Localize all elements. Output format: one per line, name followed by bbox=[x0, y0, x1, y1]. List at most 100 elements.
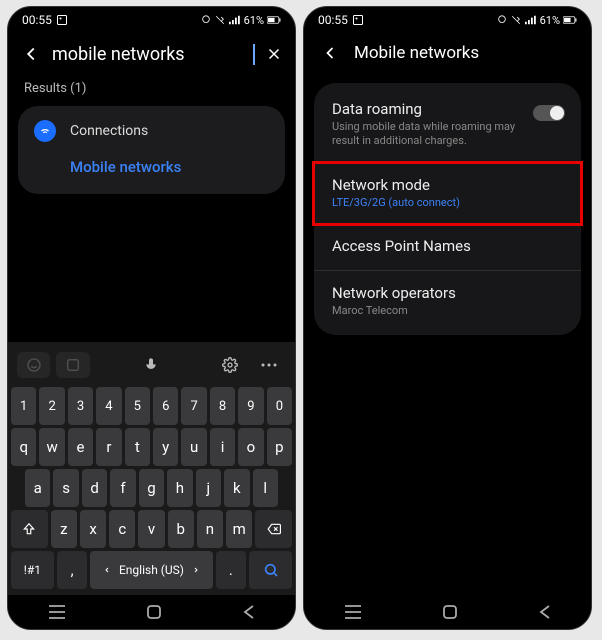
image-icon bbox=[352, 14, 364, 26]
key-x[interactable]: x bbox=[80, 510, 106, 548]
chevron-right-icon bbox=[192, 566, 200, 574]
key-k[interactable]: k bbox=[224, 469, 249, 507]
key-n[interactable]: n bbox=[197, 510, 223, 548]
nav-back-icon[interactable] bbox=[243, 604, 255, 620]
nav-home-icon[interactable] bbox=[146, 604, 162, 620]
result-category-row[interactable]: Connections bbox=[34, 120, 269, 142]
setting-subtitle: Using mobile data while roaming may resu… bbox=[332, 120, 532, 149]
key-j[interactable]: j bbox=[196, 469, 221, 507]
key-6[interactable]: 6 bbox=[153, 387, 178, 425]
nav-back-icon[interactable] bbox=[539, 604, 551, 620]
key-0[interactable]: 0 bbox=[267, 387, 292, 425]
back-icon[interactable] bbox=[20, 43, 42, 65]
key-h[interactable]: h bbox=[167, 469, 192, 507]
page-header: Mobile networks bbox=[304, 33, 591, 73]
keyboard: 1 2 3 4 5 6 7 8 9 0 q w e r t y u i o bbox=[8, 342, 295, 595]
setting-data-roaming[interactable]: Data roaming Using mobile data while roa… bbox=[314, 87, 581, 163]
key-r[interactable]: r bbox=[96, 428, 121, 466]
setting-network-mode[interactable]: Network mode LTE/3G/2G (auto connect) bbox=[314, 163, 581, 224]
key-4[interactable]: 4 bbox=[96, 387, 121, 425]
search-header: mobile networks bbox=[8, 33, 295, 75]
key-y[interactable]: y bbox=[153, 428, 178, 466]
status-battery: 61% bbox=[244, 14, 264, 27]
key-v[interactable]: v bbox=[138, 510, 164, 548]
key-3[interactable]: 3 bbox=[68, 387, 93, 425]
key-o[interactable]: o bbox=[238, 428, 263, 466]
settings-gear-icon[interactable] bbox=[213, 352, 246, 378]
image-icon bbox=[56, 14, 68, 26]
keyboard-row-a: a s d f g h j k l bbox=[11, 469, 292, 507]
key-search[interactable] bbox=[249, 551, 292, 589]
key-w[interactable]: w bbox=[39, 428, 64, 466]
setting-subtitle: Maroc Telecom bbox=[332, 304, 563, 318]
key-comma[interactable]: , bbox=[57, 551, 88, 589]
key-z[interactable]: z bbox=[51, 510, 77, 548]
key-t[interactable]: t bbox=[125, 428, 150, 466]
vibrate-icon bbox=[214, 15, 226, 25]
alarm-icon bbox=[497, 15, 507, 25]
key-space[interactable]: English (US) bbox=[90, 551, 212, 589]
emoji-icon[interactable] bbox=[17, 352, 50, 378]
sticker-icon[interactable] bbox=[56, 352, 89, 378]
key-2[interactable]: 2 bbox=[39, 387, 64, 425]
key-b[interactable]: b bbox=[168, 510, 194, 548]
wifi-icon bbox=[34, 120, 56, 142]
key-l[interactable]: l bbox=[253, 469, 278, 507]
key-e[interactable]: e bbox=[68, 428, 93, 466]
key-9[interactable]: 9 bbox=[238, 387, 263, 425]
key-shift[interactable] bbox=[11, 510, 48, 548]
search-result-card: Connections Mobile networks bbox=[18, 106, 285, 194]
signal-icon bbox=[525, 15, 537, 25]
setting-title: Access Point Names bbox=[332, 237, 563, 255]
key-a[interactable]: a bbox=[25, 469, 50, 507]
mic-icon[interactable] bbox=[135, 352, 168, 378]
key-g[interactable]: g bbox=[139, 469, 164, 507]
keyboard-toolbar bbox=[11, 346, 292, 384]
key-backspace[interactable] bbox=[255, 510, 292, 548]
key-period[interactable]: . bbox=[216, 551, 247, 589]
status-time: 00:55 bbox=[22, 13, 52, 27]
space-language-label: English (US) bbox=[119, 563, 184, 577]
nav-home-icon[interactable] bbox=[442, 604, 458, 620]
key-symbols[interactable]: !#1 bbox=[11, 551, 54, 589]
gif-icon[interactable] bbox=[96, 352, 129, 378]
setting-title: Data roaming bbox=[332, 100, 563, 118]
nav-recents-icon[interactable] bbox=[48, 605, 66, 619]
setting-network-operators[interactable]: Network operators Maroc Telecom bbox=[314, 271, 581, 331]
alarm-icon bbox=[201, 15, 211, 25]
key-7[interactable]: 7 bbox=[181, 387, 206, 425]
result-item-mobile-networks[interactable]: Mobile networks bbox=[34, 142, 269, 180]
key-f[interactable]: f bbox=[110, 469, 135, 507]
keyboard-row-z: z x c v b n m bbox=[11, 510, 292, 548]
back-icon[interactable] bbox=[320, 43, 340, 63]
setting-access-point-names[interactable]: Access Point Names bbox=[314, 224, 581, 271]
settings-list: Data roaming Using mobile data while roa… bbox=[314, 83, 581, 335]
vibrate-icon bbox=[510, 15, 522, 25]
key-i[interactable]: i bbox=[210, 428, 235, 466]
key-d[interactable]: d bbox=[82, 469, 107, 507]
search-input[interactable]: mobile networks bbox=[52, 44, 255, 65]
status-bar: 00:55 61% bbox=[304, 7, 591, 33]
signal-icon bbox=[229, 15, 241, 25]
key-8[interactable]: 8 bbox=[210, 387, 235, 425]
setting-title: Network mode bbox=[332, 176, 563, 194]
status-battery: 61% bbox=[540, 14, 560, 27]
more-icon[interactable] bbox=[253, 352, 286, 378]
status-time: 00:55 bbox=[318, 13, 348, 27]
result-category-label: Connections bbox=[70, 123, 148, 139]
key-p[interactable]: p bbox=[267, 428, 292, 466]
battery-icon bbox=[563, 15, 577, 25]
toggle-data-roaming[interactable] bbox=[533, 105, 565, 121]
key-c[interactable]: c bbox=[109, 510, 135, 548]
nav-bar bbox=[304, 595, 591, 629]
nav-recents-icon[interactable] bbox=[344, 605, 362, 619]
key-1[interactable]: 1 bbox=[11, 387, 36, 425]
key-5[interactable]: 5 bbox=[125, 387, 150, 425]
key-u[interactable]: u bbox=[181, 428, 206, 466]
key-q[interactable]: q bbox=[11, 428, 36, 466]
phone-right-settings: 00:55 61% Mobile networks Data roaming U… bbox=[303, 6, 592, 630]
key-m[interactable]: m bbox=[226, 510, 252, 548]
key-s[interactable]: s bbox=[53, 469, 78, 507]
page-title: Mobile networks bbox=[354, 43, 479, 63]
clear-icon[interactable] bbox=[265, 45, 283, 63]
